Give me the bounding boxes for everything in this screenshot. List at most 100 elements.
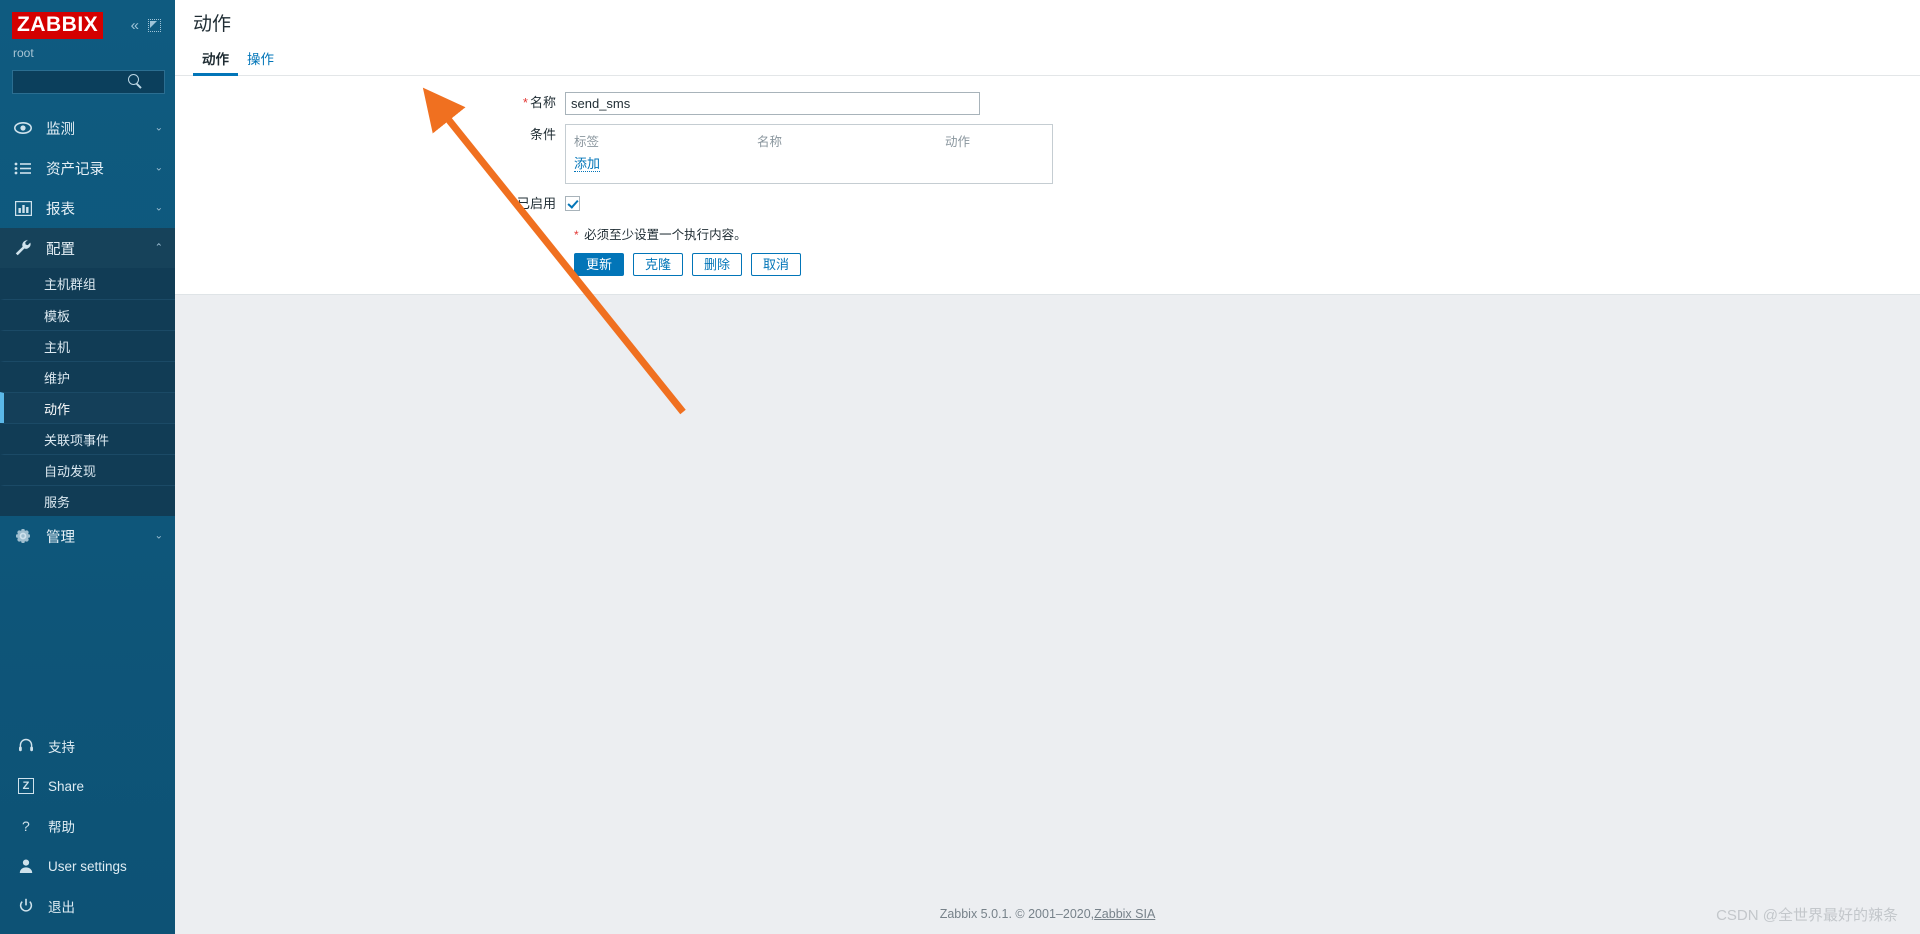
gear-icon bbox=[10, 527, 36, 545]
sidebar-subitem-event-correlation[interactable]: 关联项事件 bbox=[0, 423, 175, 454]
chevron-down-icon[interactable]: ⌄ bbox=[155, 163, 163, 174]
form-row-conditions: 条件 标签 名称 动作 添加 bbox=[175, 124, 1920, 184]
sidebar-item-label: 退出 bbox=[48, 900, 75, 915]
sidebar-item-configuration[interactable]: 配置 ⌃ bbox=[0, 228, 175, 268]
conditions-label: 条件 bbox=[529, 127, 556, 142]
update-button[interactable]: 更新 bbox=[574, 253, 625, 276]
page-title: 动作 bbox=[193, 13, 232, 35]
sidebar-item-label: 配置 bbox=[46, 241, 75, 258]
sidebar-item-administration[interactable]: 管理 ⌄ bbox=[0, 516, 175, 556]
sidebar-item-label: User settings bbox=[48, 858, 127, 874]
page-header: 动作 bbox=[175, 0, 1920, 45]
conditions-table: 标签 名称 动作 添加 bbox=[565, 124, 1053, 184]
cancel-button[interactable]: 取消 bbox=[751, 253, 802, 276]
search-icon[interactable] bbox=[128, 74, 139, 85]
form-tabs: 动作 操作 bbox=[175, 45, 1920, 76]
sidebar-item-label: 支持 bbox=[48, 740, 75, 755]
sidebar-subitem-actions[interactable]: 动作 bbox=[0, 392, 175, 423]
chevron-double-left-icon[interactable]: « bbox=[131, 18, 139, 33]
form-row-enabled: 已启用 bbox=[175, 193, 1920, 215]
sidebar-subitem-label: 主机 bbox=[44, 339, 71, 355]
sidebar-nav: 监测 ⌄ 资产记录 ⌄ 报表 ⌄ 配置 ⌃ 主机群组 模板 主机 维护 动作 关… bbox=[0, 108, 175, 556]
chevron-down-icon[interactable]: ⌄ bbox=[155, 203, 163, 214]
form-row-name: * 名称 bbox=[175, 92, 1920, 115]
main-content: 动作 动作 操作 *名称 条件 bbox=[175, 0, 1920, 934]
sidebar-item-signout[interactable]: 退出 bbox=[0, 886, 175, 926]
sidebar-item-label: 帮助 bbox=[48, 820, 75, 835]
footer: Zabbix 5.0.1. © 2001–2020, Zabbix SIA bbox=[175, 894, 1920, 934]
sidebar-item-label: 报表 bbox=[46, 201, 75, 218]
sidebar-item-label: 监测 bbox=[46, 121, 75, 138]
wrench-icon bbox=[10, 239, 36, 257]
power-icon bbox=[14, 898, 38, 914]
column-header-name: 名称 bbox=[757, 135, 783, 149]
conditions-table-header: 标签 名称 动作 bbox=[574, 131, 1044, 155]
footer-link[interactable]: Zabbix SIA bbox=[1094, 907, 1155, 921]
sidebar-item-user-settings[interactable]: User settings bbox=[0, 846, 175, 886]
tab-operations[interactable]: 操作 bbox=[238, 48, 283, 75]
form-buttons: 更新 克隆 删除 取消 bbox=[565, 253, 1920, 276]
sidebar-item-label: 管理 bbox=[46, 529, 75, 546]
name-label: 名称 bbox=[529, 95, 556, 110]
sidebar-subitem-hosts[interactable]: 主机 bbox=[0, 330, 175, 361]
sidebar-item-inventory[interactable]: 资产记录 ⌄ bbox=[0, 148, 175, 188]
sidebar-item-monitoring[interactable]: 监测 ⌄ bbox=[0, 108, 175, 148]
collapse-sidebar-icon[interactable] bbox=[148, 18, 161, 32]
chevron-down-icon[interactable]: ⌄ bbox=[155, 531, 163, 542]
delete-button[interactable]: 删除 bbox=[692, 253, 743, 276]
zabbix-logo[interactable]: ZABBIX bbox=[12, 11, 104, 39]
form-body: *名称 条件 标签 名称 动作 添加 bbox=[175, 76, 1920, 276]
logo-row: ZABBIX « bbox=[12, 10, 163, 40]
add-condition-link[interactable]: 添加 bbox=[574, 156, 601, 172]
list-icon bbox=[10, 162, 36, 175]
sidebar-bottom-nav: 支持 Z Share ? 帮助 User settings 退出 bbox=[0, 726, 175, 934]
tab-action[interactable]: 动作 bbox=[193, 48, 238, 76]
tab-label: 操作 bbox=[247, 52, 274, 67]
name-label-wrap: * 名称 bbox=[175, 92, 565, 114]
share-z-icon: Z bbox=[14, 778, 38, 794]
sidebar-subitem-label: 动作 bbox=[44, 401, 71, 417]
sidebar-subitem-maintenance[interactable]: 维护 bbox=[0, 361, 175, 392]
sidebar-subitem-templates[interactable]: 模板 bbox=[0, 299, 175, 330]
search-input[interactable] bbox=[12, 70, 165, 94]
sidebar-header-icons: « bbox=[131, 18, 163, 33]
sidebar-subitem-label: 关联项事件 bbox=[44, 432, 110, 448]
clone-button[interactable]: 克隆 bbox=[633, 253, 684, 276]
search-wrap bbox=[12, 70, 165, 94]
sidebar-item-help[interactable]: ? 帮助 bbox=[0, 806, 175, 846]
sidebar-item-share[interactable]: Z Share bbox=[0, 766, 175, 806]
tab-label: 动作 bbox=[202, 52, 229, 67]
conditions-table-body: 添加 bbox=[574, 155, 1044, 173]
sidebar-item-support[interactable]: 支持 bbox=[0, 726, 175, 766]
chevron-up-icon[interactable]: ⌃ bbox=[155, 243, 163, 254]
sidebar-subitem-host-groups[interactable]: 主机群组 bbox=[0, 268, 175, 299]
configuration-submenu: 主机群组 模板 主机 维护 动作 关联项事件 自动发现 服务 bbox=[0, 268, 175, 516]
sidebar-item-label: 资产记录 bbox=[46, 161, 104, 178]
sidebar-item-reports[interactable]: 报表 ⌄ bbox=[0, 188, 175, 228]
sidebar-subitem-label: 主机群组 bbox=[44, 277, 97, 292]
form-error-message: * 必须至少设置一个执行内容。 bbox=[565, 224, 1920, 243]
headset-icon bbox=[14, 738, 38, 754]
enabled-label: 已启用 bbox=[516, 196, 556, 211]
sidebar-item-label: Share bbox=[48, 778, 85, 794]
sidebar-subitem-label: 维护 bbox=[44, 370, 71, 386]
chevron-down-icon[interactable]: ⌄ bbox=[155, 123, 163, 134]
share-z-badge: Z bbox=[18, 778, 34, 794]
column-header-action: 动作 bbox=[945, 135, 971, 149]
eye-icon bbox=[10, 122, 36, 134]
person-icon bbox=[14, 858, 38, 874]
sidebar-subitem-discovery[interactable]: 自动发现 bbox=[0, 454, 175, 485]
required-marker: * bbox=[522, 95, 528, 110]
sidebar-subitem-services[interactable]: 服务 bbox=[0, 485, 175, 516]
name-input[interactable] bbox=[565, 92, 980, 115]
watermark: CSDN @全世界最好的辣条 bbox=[1716, 907, 1898, 924]
sidebar-subitem-label: 模板 bbox=[44, 308, 71, 324]
form-error-text: 必须至少设置一个执行内容。 bbox=[584, 228, 747, 242]
column-header-label: 标签 bbox=[574, 135, 600, 149]
action-form-card: 动作 操作 *名称 条件 标签 bbox=[175, 45, 1920, 295]
bar-chart-icon bbox=[10, 200, 36, 216]
required-marker: * bbox=[574, 228, 579, 242]
sidebar-subitem-label: 服务 bbox=[44, 494, 71, 510]
enabled-checkbox[interactable] bbox=[565, 196, 580, 211]
footer-text: Zabbix 5.0.1. © 2001–2020, bbox=[939, 907, 1095, 921]
